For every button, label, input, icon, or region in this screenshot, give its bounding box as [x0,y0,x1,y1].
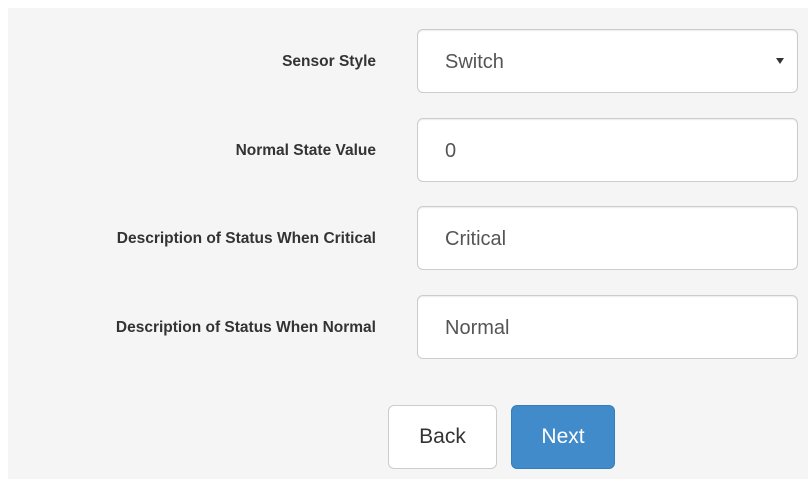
critical-description-label: Description of Status When Critical [116,230,376,247]
caret-down-icon [776,58,784,64]
normal-state-value-label: Normal State Value [235,142,376,159]
critical-description-row: Description of Status When Critical Crit… [8,206,808,272]
critical-description-input[interactable]: Critical [417,206,798,270]
next-button[interactable]: Next [511,405,615,469]
sensor-style-selected-value: Switch [445,51,504,73]
normal-description-input[interactable]: Normal [417,295,798,359]
sensor-style-label: Sensor Style [282,53,376,70]
sensor-style-row: Sensor Style Switch [8,29,808,95]
normal-state-value-row: Normal State Value 0 [8,118,808,184]
normal-state-value-input[interactable]: 0 [417,118,798,182]
sensor-style-select[interactable]: Switch [417,29,798,93]
critical-description-text: Critical [445,228,507,250]
back-button[interactable]: Back [388,405,497,469]
normal-description-text: Normal [445,317,510,339]
form-panel: Sensor Style Switch Normal State Value 0… [8,8,808,479]
normal-description-row: Description of Status When Normal Normal [8,295,808,361]
normal-description-label: Description of Status When Normal [115,319,376,336]
normal-state-value-text: 0 [445,140,457,162]
